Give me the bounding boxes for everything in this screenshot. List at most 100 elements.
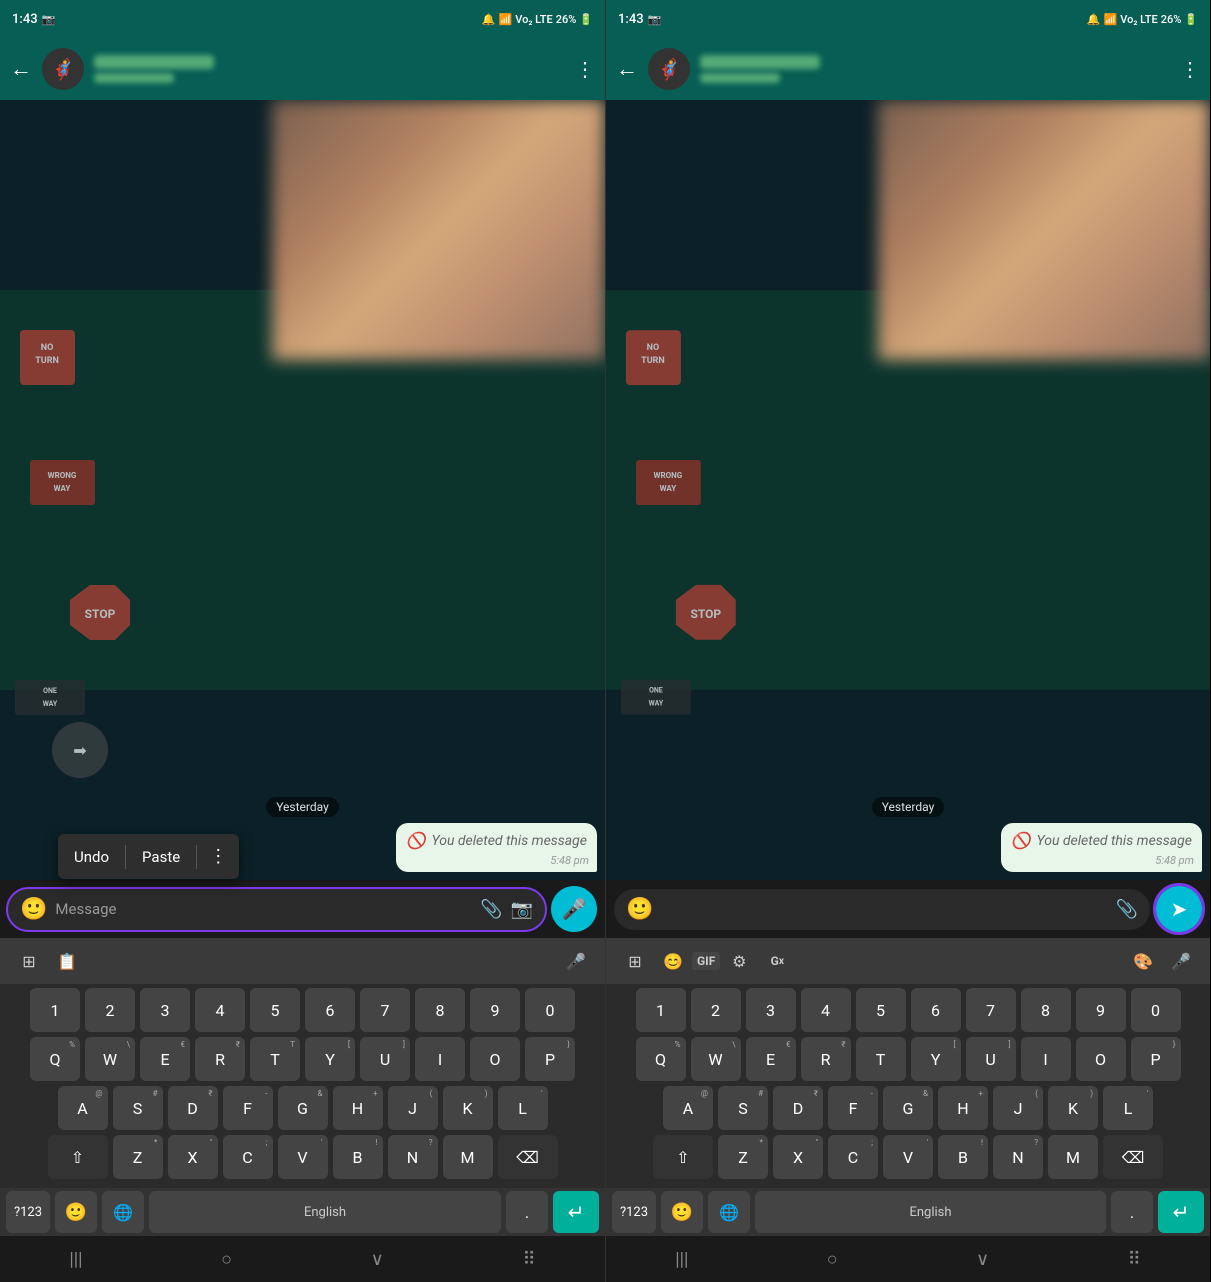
key-b[interactable]: !B [333,1135,383,1179]
kb-translate-btn-2[interactable]: Gx [758,942,796,980]
undo-button[interactable]: Undo [58,840,125,874]
key2-4[interactable]: 4 [801,988,851,1032]
space-bar-1[interactable]: English [149,1191,501,1233]
kb-grid-btn-1[interactable]: ⊞ [10,942,48,980]
key-c[interactable]: ;C [223,1135,273,1179]
kb-clipboard-btn-1[interactable]: 📋 [48,942,86,980]
key2-a[interactable]: @A [663,1086,713,1130]
menu-more-button[interactable]: ⋮ [197,838,239,875]
key2-3[interactable]: 3 [746,988,796,1032]
num-button-1[interactable]: ?123 [6,1191,50,1233]
enter-button-1[interactable]: ↵ [553,1191,599,1233]
mic-button-1[interactable]: 🎤 [551,886,597,932]
num-button-2[interactable]: ?123 [612,1191,656,1233]
key2-s[interactable]: #S [718,1086,768,1130]
send-button-2[interactable]: ➤ [1156,886,1202,932]
key-u[interactable]: ]U [360,1037,410,1081]
key2-v[interactable]: 'V [883,1135,933,1179]
kb-gif-btn-2[interactable]: GIF [692,952,720,970]
key-7[interactable]: 7 [360,988,410,1032]
key2-1[interactable]: 1 [636,988,686,1032]
kb-sticker-btn-2[interactable]: 😊 [654,942,692,980]
key2-6[interactable]: 6 [911,988,961,1032]
back-button-2[interactable]: ← [616,56,638,82]
key-3[interactable]: 3 [140,988,190,1032]
key-0[interactable]: 0 [525,988,575,1032]
key2-y[interactable]: [Y [911,1037,961,1081]
emoji-kb-btn-2[interactable]: 🙂 [661,1191,703,1233]
key2-c[interactable]: ;C [828,1135,878,1179]
period-button-2[interactable]: . [1111,1191,1153,1233]
key-4[interactable]: 4 [195,988,245,1032]
key2-m[interactable]: M [1048,1135,1098,1179]
message-input-box-1[interactable]: 🙂 Message 📎 📷 [8,889,545,930]
key-m[interactable]: M [443,1135,493,1179]
key-8[interactable]: 8 [415,988,465,1032]
key-w[interactable]: \W [85,1037,135,1081]
key2-z[interactable]: *Z [718,1135,768,1179]
message-input-box-2[interactable]: 🙂 📎 [614,889,1150,930]
emoji-kb-btn-1[interactable]: 🙂 [55,1191,97,1233]
key-n[interactable]: ?N [388,1135,438,1179]
globe-button-1[interactable]: 🌐 [102,1191,144,1233]
key2-r[interactable]: ₹R [801,1037,851,1081]
key-d[interactable]: ₹D [168,1086,218,1130]
key2-p[interactable]: }P [1131,1037,1181,1081]
key2-i[interactable]: I [1021,1037,1071,1081]
emoji-button-2[interactable]: 🙂 [626,897,653,922]
key2-5[interactable]: 5 [856,988,906,1032]
attach-button-2[interactable]: 📎 [1116,899,1138,920]
key2-9[interactable]: 9 [1076,988,1126,1032]
period-button-1[interactable]: . [506,1191,548,1233]
key-f[interactable]: -F [223,1086,273,1130]
key2-backspace[interactable]: ⌫ [1103,1135,1163,1179]
paste-button[interactable]: Paste [126,840,196,874]
nav-keyboard-1[interactable]: ⠿ [522,1249,535,1270]
nav-recents-1[interactable]: ∨ [371,1249,384,1270]
nav-home-1[interactable]: ○ [221,1249,232,1270]
key2-u[interactable]: ]U [966,1037,1016,1081]
key2-shift[interactable]: ⇧ [653,1135,713,1179]
key2-o[interactable]: O [1076,1037,1126,1081]
back-button-1[interactable]: ← [10,56,32,82]
more-menu-button-1[interactable]: ⋮ [575,57,595,81]
nav-keyboard-2[interactable]: ⠿ [1128,1249,1141,1270]
key2-h[interactable]: +H [938,1086,988,1130]
key2-f[interactable]: -F [828,1086,878,1130]
key2-g[interactable]: &G [883,1086,933,1130]
key-1[interactable]: 1 [30,988,80,1032]
enter-button-2[interactable]: ↵ [1158,1191,1204,1233]
nav-home-2[interactable]: ○ [827,1249,838,1270]
key-t[interactable]: TT [250,1037,300,1081]
more-menu-button-2[interactable]: ⋮ [1180,57,1200,81]
space-bar-2[interactable]: English [755,1191,1106,1233]
key2-7[interactable]: 7 [966,988,1016,1032]
kb-palette-btn-2[interactable]: 🎨 [1124,942,1162,980]
key2-x[interactable]: "X [773,1135,823,1179]
message-input-1[interactable]: Message [55,900,472,918]
key-h[interactable]: +H [333,1086,383,1130]
key-j[interactable]: (J [388,1086,438,1130]
key-9[interactable]: 9 [470,988,520,1032]
key-s[interactable]: #S [113,1086,163,1130]
key-o[interactable]: O [470,1037,520,1081]
key2-w[interactable]: \W [691,1037,741,1081]
globe-button-2[interactable]: 🌐 [708,1191,750,1233]
key-g[interactable]: &G [278,1086,328,1130]
key-6[interactable]: 6 [305,988,355,1032]
key2-j[interactable]: (J [993,1086,1043,1130]
key2-e[interactable]: €E [746,1037,796,1081]
key-r[interactable]: ₹R [195,1037,245,1081]
attach-button-1[interactable]: 📎 [480,899,502,920]
key-5[interactable]: 5 [250,988,300,1032]
key-i[interactable]: I [415,1037,465,1081]
key-l[interactable]: 'L [498,1086,548,1130]
nav-back-2[interactable]: ||| [675,1249,688,1270]
nav-recents-2[interactable]: ∨ [976,1249,989,1270]
key2-8[interactable]: 8 [1021,988,1071,1032]
key2-d[interactable]: ₹D [773,1086,823,1130]
kb-mic-btn-2[interactable]: 🎤 [1162,942,1200,980]
key2-0[interactable]: 0 [1131,988,1181,1032]
key2-2[interactable]: 2 [691,988,741,1032]
key-2[interactable]: 2 [85,988,135,1032]
